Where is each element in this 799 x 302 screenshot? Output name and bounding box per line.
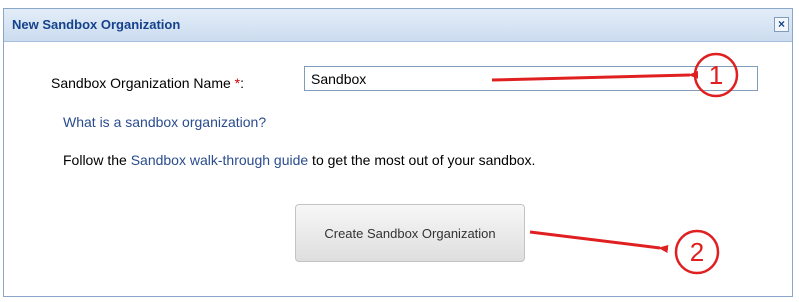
- follow-suffix: to get the most out of your sandbox.: [308, 152, 536, 168]
- walkthrough-guide-link[interactable]: Sandbox walk-through guide: [131, 152, 308, 168]
- close-button[interactable]: ×: [774, 17, 789, 32]
- org-name-label-text: Sandbox Organization Name: [51, 75, 231, 91]
- new-sandbox-dialog: New Sandbox Organization × Sandbox Organ…: [3, 8, 793, 297]
- what-is-sandbox-link[interactable]: What is a sandbox organization?: [63, 114, 266, 130]
- create-sandbox-button[interactable]: Create Sandbox Organization: [295, 204, 525, 262]
- label-colon: :: [240, 75, 245, 91]
- follow-prefix: Follow the: [63, 152, 131, 168]
- walkthrough-guide-text: Follow the Sandbox walk-through guide to…: [63, 152, 535, 168]
- close-icon: ×: [777, 17, 785, 31]
- dialog-content: Sandbox Organization Name *: What is a s…: [4, 42, 792, 296]
- org-name-input[interactable]: [304, 66, 758, 91]
- org-name-label: Sandbox Organization Name *:: [51, 75, 244, 91]
- dialog-titlebar: New Sandbox Organization ×: [4, 9, 792, 42]
- dialog-title: New Sandbox Organization: [12, 17, 181, 32]
